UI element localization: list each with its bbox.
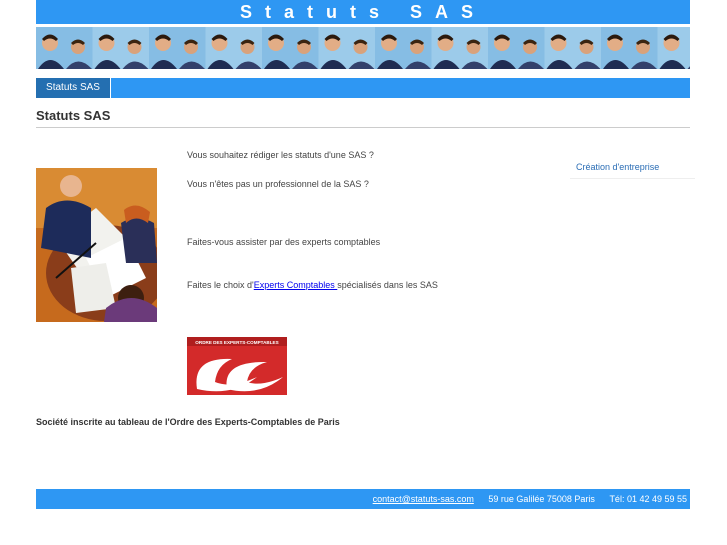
- tab-statuts-sas[interactable]: Statuts SAS: [36, 78, 111, 98]
- footer-email-link[interactable]: contact@statuts-sas.com: [373, 494, 474, 504]
- business-meeting-illustration: [36, 168, 166, 322]
- sidebar-divider: [570, 178, 695, 179]
- footer-phone: Tél: 01 42 49 59 55: [609, 494, 687, 504]
- creation-entreprise-link[interactable]: Création d'entreprise: [576, 162, 659, 172]
- title-divider: [36, 127, 690, 128]
- banner-tile: [544, 27, 601, 69]
- intro-assistance-text: Faites-vous assister par des experts com…: [187, 237, 381, 247]
- nav-bar: Statuts SAS: [36, 78, 690, 98]
- banner-tile: [318, 27, 375, 69]
- footer-address: 59 rue Galilée 75008 Paris: [488, 494, 595, 504]
- experts-comptables-link[interactable]: Experts Comptables: [254, 280, 338, 290]
- experts-line-suffix: spécialisés dans les SAS: [337, 280, 438, 290]
- site-header: Statuts SAS: [36, 0, 690, 24]
- site-title: Statuts SAS: [239, 2, 487, 22]
- intro-question-1: Vous souhaitez rédiger les statuts d'une…: [187, 150, 374, 160]
- banner-image: [36, 27, 690, 69]
- site-footer: contact@statuts-sas.com 59 rue Galilée 7…: [36, 489, 690, 509]
- banner-tile: [657, 27, 690, 69]
- banner-tile: [488, 27, 545, 69]
- page-title: Statuts SAS: [36, 108, 111, 123]
- banner-tile: [262, 27, 319, 69]
- intro-experts-line: Faites le choix d'Experts Comptables spé…: [187, 280, 438, 290]
- banner-tile: [36, 27, 93, 69]
- banner-tile: [92, 27, 149, 69]
- banner-tile: [431, 27, 488, 69]
- intro-question-2: Vous n'êtes pas un professionnel de la S…: [187, 179, 369, 189]
- banner-tile: [601, 27, 658, 69]
- banner-tile: [375, 27, 432, 69]
- banner-tile: [205, 27, 262, 69]
- svg-text:ORDRE DES EXPERTS-COMPTABLES: ORDRE DES EXPERTS-COMPTABLES: [195, 340, 278, 345]
- experts-line-prefix: Faites le choix d': [187, 280, 254, 290]
- registration-notice: Société inscrite au tableau de l'Ordre d…: [36, 417, 340, 427]
- banner-tile: [149, 27, 206, 69]
- ordre-experts-comptables-logo: ORDRE DES EXPERTS-COMPTABLES: [187, 337, 287, 395]
